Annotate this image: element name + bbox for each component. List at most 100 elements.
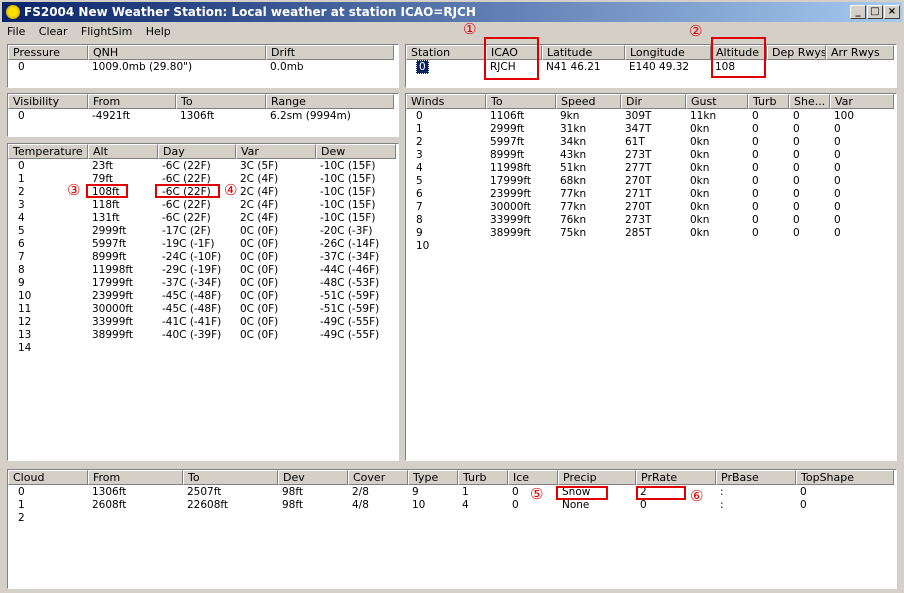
winds-row-4-cell-5: 0 xyxy=(752,162,759,174)
winds-row-2-cell-7: 0 xyxy=(834,136,841,148)
annotation-marker-5: ⑤ xyxy=(530,485,544,503)
menu-file[interactable]: File xyxy=(2,22,30,41)
temperature-header-day[interactable]: Day xyxy=(158,144,236,159)
visibility-list[interactable]: Visibility From To Range 0 -4921ft 1306ft 6.2sm… xyxy=(7,93,399,137)
temperature-row-13-cell-3: 0C (0F) xyxy=(240,329,279,341)
winds-row-0-cell-6: 0 xyxy=(793,110,800,122)
winds-header-gust[interactable]: Gust xyxy=(686,94,748,109)
cloud-header-dev[interactable]: Dev xyxy=(278,470,348,485)
winds-row-4-cell-6: 0 xyxy=(793,162,800,174)
annotation-box-alt xyxy=(86,184,128,198)
cloud-header-prbase[interactable]: PrBase xyxy=(716,470,796,485)
temperature-header-temperature[interactable]: Temperature xyxy=(8,144,88,159)
temperature-row-0-cell-4: -10C (15F) xyxy=(320,160,376,172)
station-row-selected[interactable]: 0 xyxy=(416,60,429,74)
close-button[interactable]: × xyxy=(884,5,900,19)
winds-row-7-cell-7: 0 xyxy=(834,201,841,213)
temperature-row-13-cell-2: -40C (-39F) xyxy=(162,329,222,341)
menu-clear[interactable]: Clear xyxy=(34,22,73,41)
winds-header-var[interactable]: Var xyxy=(830,94,894,109)
station-header-arr-rwys[interactable]: Arr Rwys xyxy=(826,45,894,60)
winds-header-to[interactable]: To xyxy=(486,94,556,109)
cloud-header-precip[interactable]: Precip xyxy=(558,470,636,485)
temperature-header-alt[interactable]: Alt xyxy=(88,144,158,159)
temperature-row-8-cell-0: 8 xyxy=(18,264,25,276)
winds-row-0-cell-4: 11kn xyxy=(690,110,717,122)
pressure-header-qnh[interactable]: QNH xyxy=(88,45,266,60)
temperature-row-3-cell-0: 3 xyxy=(18,199,25,211)
annotation-marker-3: ③ xyxy=(67,181,81,199)
winds-list[interactable]: Winds To Speed Dir Gust Turb She... Var 0 1106ft 9… xyxy=(405,93,897,461)
visibility-header-to[interactable]: To xyxy=(176,94,266,109)
station-header-dep-rwys[interactable]: Dep Rwys xyxy=(767,45,826,60)
cloud-header-cover[interactable]: Cover xyxy=(348,470,408,485)
winds-row-9-cell-5: 0 xyxy=(752,227,759,239)
app-sun-icon xyxy=(6,5,20,19)
winds-header-speed[interactable]: Speed xyxy=(556,94,621,109)
winds-row-0-cell-1: 1106ft xyxy=(490,110,525,122)
winds-row-1-cell-6: 0 xyxy=(793,123,800,135)
winds-header-turb[interactable]: Turb xyxy=(748,94,789,109)
station-list[interactable]: Station ICAO Latitude Longitude Altitude Dep … xyxy=(405,44,897,88)
menu-help[interactable]: Help xyxy=(141,22,176,41)
cloud-header-topshape[interactable]: TopShape xyxy=(796,470,894,485)
cloud-header-prrate[interactable]: PrRate xyxy=(636,470,716,485)
annotation-marker-1: ① xyxy=(463,20,477,38)
pressure-header-drift[interactable]: Drift xyxy=(266,45,394,60)
window-title: FS2004 New Weather Station: Local weathe… xyxy=(24,5,476,19)
temperature-row-7-cell-0: 7 xyxy=(18,251,25,263)
cloud-header-ice[interactable]: Ice xyxy=(508,470,558,485)
winds-row-4-cell-3: 277T xyxy=(625,162,652,174)
winds-row-0-cell-2: 9kn xyxy=(560,110,580,122)
visibility-header-range[interactable]: Range xyxy=(266,94,394,109)
pressure-header-pressure[interactable]: Pressure xyxy=(8,45,88,60)
winds-row-4-cell-4: 0kn xyxy=(690,162,710,174)
temperature-row-7-cell-1: 8999ft xyxy=(92,251,127,263)
menu-flightsim[interactable]: FlightSim xyxy=(76,22,137,41)
temperature-row-14-cell-0: 14 xyxy=(18,342,32,354)
cloud-row-1-cell-7: 0 xyxy=(512,499,519,511)
visibility-header-visibility[interactable]: Visibility xyxy=(8,94,88,109)
temperature-row-4-cell-4: -10C (15F) xyxy=(320,212,376,224)
cloud-row-0-cell-6: 1 xyxy=(462,486,469,498)
winds-header-dir[interactable]: Dir xyxy=(621,94,686,109)
temperature-row-11-cell-3: 0C (0F) xyxy=(240,303,279,315)
winds-row-4-cell-1: 11998ft xyxy=(490,162,532,174)
winds-row-0-cell-7: 100 xyxy=(834,110,855,122)
annotation-marker-4: ④ xyxy=(224,181,238,199)
maximize-button[interactable]: □ xyxy=(867,5,883,19)
visibility-row-0-cell-0: 0 xyxy=(18,110,25,122)
winds-row-8-cell-5: 0 xyxy=(752,214,759,226)
minimize-button[interactable]: _ xyxy=(850,5,866,19)
temperature-header-var[interactable]: Var xyxy=(236,144,316,159)
station-header-longitude[interactable]: Longitude xyxy=(625,45,711,60)
winds-row-3-cell-7: 0 xyxy=(834,149,841,161)
station-header-station[interactable]: Station xyxy=(406,45,486,60)
winds-row-6-cell-7: 0 xyxy=(834,188,841,200)
temperature-header-dew[interactable]: Dew xyxy=(316,144,396,159)
station-header-latitude[interactable]: Latitude xyxy=(542,45,625,60)
winds-header-winds[interactable]: Winds xyxy=(406,94,486,109)
temperature-row-10-cell-1: 23999ft xyxy=(92,290,134,302)
temperature-row-8-cell-1: 11998ft xyxy=(92,264,134,276)
cloud-header-turb[interactable]: Turb xyxy=(458,470,508,485)
cloud-row-0-cell-7: 0 xyxy=(512,486,519,498)
visibility-header-from[interactable]: From xyxy=(88,94,176,109)
pressure-list[interactable]: Pressure QNH Drift 0 1009.0mb (29.80") 0.0mb xyxy=(7,44,399,88)
temperature-row-0-cell-2: -6C (22F) xyxy=(162,160,211,172)
cloud-header-from[interactable]: From xyxy=(88,470,183,485)
cloud-header-type[interactable]: Type xyxy=(408,470,458,485)
cloud-header-cloud[interactable]: Cloud xyxy=(8,470,88,485)
winds-row-7-cell-6: 0 xyxy=(793,201,800,213)
temperature-row-4-cell-0: 4 xyxy=(18,212,25,224)
winds-row-8-cell-1: 33999ft xyxy=(490,214,532,226)
winds-row-6-cell-1: 23999ft xyxy=(490,188,532,200)
temperature-row-6-cell-1: 5997ft xyxy=(92,238,127,250)
cloud-row-0-cell-5: 9 xyxy=(412,486,419,498)
cloud-header-to[interactable]: To xyxy=(183,470,278,485)
winds-row-9-cell-2: 75kn xyxy=(560,227,587,239)
cloud-list[interactable]: Cloud From To Dev Cover Type Turb Ice Precip PrRa… xyxy=(7,469,897,589)
annotation-marker-6: ⑥ xyxy=(690,487,704,505)
winds-header-she[interactable]: She... xyxy=(789,94,830,109)
winds-row-3-cell-5: 0 xyxy=(752,149,759,161)
